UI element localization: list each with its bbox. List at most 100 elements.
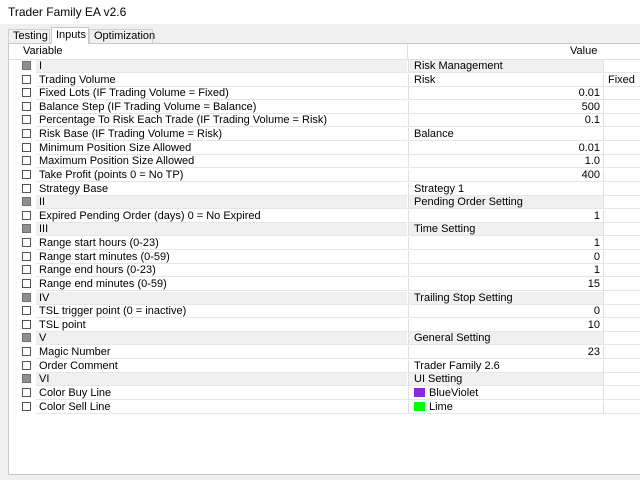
parameter-row[interactable]: Range end hours (0-23) 1 bbox=[9, 264, 640, 278]
group-row[interactable]: I Risk Management bbox=[9, 60, 640, 74]
parameter-row[interactable]: Minimum Position Size Allowed 0.01 bbox=[9, 141, 640, 156]
row-checkbox[interactable] bbox=[22, 292, 31, 302]
parameter-name: Risk Base (IF Trading Volume = Risk) bbox=[36, 128, 407, 142]
row-checkbox[interactable] bbox=[22, 265, 31, 275]
row-checkbox[interactable] bbox=[22, 74, 31, 84]
group-row[interactable]: III Time Setting bbox=[9, 223, 640, 237]
extra-value bbox=[603, 223, 640, 237]
parameter-value[interactable]: Lime bbox=[408, 400, 603, 414]
parameter-value[interactable]: 500 bbox=[408, 100, 603, 114]
row-checkbox[interactable] bbox=[22, 101, 31, 111]
row-checkbox[interactable] bbox=[22, 401, 31, 411]
parameter-value[interactable]: 1 bbox=[408, 264, 603, 278]
parameter-row[interactable]: Take Profit (points 0 = No TP) 400 bbox=[9, 168, 640, 183]
parameter-row[interactable]: TSL trigger point (0 = inactive) 0 bbox=[9, 305, 640, 319]
parameter-value[interactable]: 0.01 bbox=[408, 87, 603, 101]
parameter-name: Minimum Position Size Allowed bbox=[36, 142, 407, 155]
parameter-value[interactable]: Strategy 1 bbox=[408, 182, 603, 196]
parameter-row[interactable]: Color Sell Line Lime bbox=[9, 400, 640, 415]
row-checkbox[interactable] bbox=[22, 319, 31, 329]
parameter-name: IV bbox=[36, 291, 407, 305]
extra-value bbox=[603, 277, 640, 291]
parameter-row[interactable]: Expired Pending Order (days) 0 = No Expi… bbox=[9, 209, 640, 224]
parameter-name: Range end hours (0-23) bbox=[36, 264, 407, 278]
row-checkbox[interactable] bbox=[22, 360, 31, 370]
parameter-row[interactable]: TSL point 10 bbox=[9, 318, 640, 333]
parameter-value[interactable]: 1.0 bbox=[408, 155, 603, 169]
group-title: Pending Order Setting bbox=[408, 196, 603, 210]
row-checkbox[interactable] bbox=[22, 197, 31, 207]
extra-value bbox=[603, 332, 640, 346]
row-checkbox[interactable] bbox=[22, 333, 31, 343]
parameter-value[interactable]: Risk bbox=[408, 73, 603, 87]
parameter-name: Order Comment bbox=[36, 360, 407, 373]
window-title: Trader Family EA v2.6 bbox=[0, 0, 640, 24]
group-row[interactable]: II Pending Order Setting bbox=[9, 196, 640, 210]
extra-value bbox=[603, 346, 640, 360]
parameter-row[interactable]: Range start hours (0-23) 1 bbox=[9, 237, 640, 251]
parameter-row[interactable]: Balance Step (IF Trading Volume = Balanc… bbox=[9, 100, 640, 115]
row-checkbox[interactable] bbox=[22, 183, 31, 193]
parameter-row[interactable]: Percentage To Risk Each Trade (IF Tradin… bbox=[9, 114, 640, 128]
parameter-value[interactable]: BlueViolet bbox=[408, 386, 603, 400]
parameter-value[interactable]: 10 bbox=[408, 318, 603, 332]
parameter-name: TSL point bbox=[36, 319, 407, 332]
row-checkbox[interactable] bbox=[22, 238, 31, 248]
parameter-value[interactable]: 15 bbox=[408, 277, 603, 291]
parameter-row[interactable]: Range start minutes (0-59) 0 bbox=[9, 250, 640, 265]
extra-value: Fixed bbox=[603, 73, 640, 87]
row-checkbox[interactable] bbox=[22, 129, 31, 139]
parameter-value[interactable]: 0.1 bbox=[408, 114, 603, 128]
extra-value bbox=[603, 373, 640, 387]
column-header-value[interactable]: Value bbox=[570, 45, 597, 57]
group-row[interactable]: VI UI Setting bbox=[9, 373, 640, 387]
extra-value bbox=[603, 359, 640, 373]
tab-optimization[interactable]: Optimization bbox=[89, 29, 155, 43]
column-header-variable[interactable]: Variable bbox=[23, 45, 63, 57]
parameter-row[interactable]: Strategy Base Strategy 1 bbox=[9, 182, 640, 197]
tab-testing[interactable]: Testing bbox=[8, 29, 50, 43]
parameter-value[interactable]: 1 bbox=[408, 209, 603, 223]
parameter-row[interactable]: Risk Base (IF Trading Volume = Risk) Bala… bbox=[9, 128, 640, 142]
parameter-row[interactable]: Color Buy Line BlueViolet bbox=[9, 386, 640, 401]
parameter-value[interactable]: 0.01 bbox=[408, 141, 603, 155]
row-checkbox[interactable] bbox=[22, 61, 31, 70]
extra-value bbox=[603, 237, 640, 251]
column-divider[interactable] bbox=[407, 44, 408, 59]
tab-inputs[interactable]: Inputs bbox=[51, 27, 89, 44]
group-row[interactable]: V General Setting bbox=[9, 332, 640, 346]
row-checkbox[interactable] bbox=[22, 88, 31, 98]
row-checkbox[interactable] bbox=[22, 142, 31, 152]
row-checkbox[interactable] bbox=[22, 224, 31, 234]
row-checkbox[interactable] bbox=[22, 156, 31, 166]
parameter-name: V bbox=[36, 332, 407, 346]
row-checkbox[interactable] bbox=[22, 306, 31, 316]
parameter-name: Color Sell Line bbox=[36, 401, 407, 414]
parameter-value[interactable]: Trader Family 2.6 bbox=[408, 359, 603, 373]
color-swatch bbox=[414, 401, 425, 411]
row-checkbox[interactable] bbox=[22, 251, 31, 261]
row-checkbox[interactable] bbox=[22, 374, 31, 384]
parameter-value[interactable]: 1 bbox=[408, 237, 603, 251]
parameter-value[interactable]: 23 bbox=[408, 346, 603, 360]
parameter-name: Take Profit (points 0 = No TP) bbox=[36, 169, 407, 182]
parameter-row[interactable]: Range end minutes (0-59) 15 bbox=[9, 277, 640, 292]
parameter-value[interactable]: 400 bbox=[408, 168, 603, 182]
parameter-row[interactable]: Trading Volume Risk Fixed bbox=[9, 73, 640, 88]
parameter-row[interactable]: Fixed Lots (IF Trading Volume = Fixed) 0.… bbox=[9, 87, 640, 101]
row-checkbox[interactable] bbox=[22, 169, 31, 179]
row-checkbox[interactable] bbox=[22, 347, 31, 357]
row-checkbox[interactable] bbox=[22, 387, 31, 397]
row-checkbox[interactable] bbox=[22, 278, 31, 288]
group-row[interactable]: IV Trailing Stop Setting bbox=[9, 291, 640, 306]
parameter-row[interactable]: Order Comment Trader Family 2.6 bbox=[9, 359, 640, 374]
parameter-row[interactable]: Maximum Position Size Allowed 1.0 bbox=[9, 155, 640, 169]
parameter-name: TSL trigger point (0 = inactive) bbox=[36, 305, 407, 319]
parameter-row[interactable]: Magic Number 23 bbox=[9, 346, 640, 360]
row-checkbox[interactable] bbox=[22, 115, 31, 125]
parameter-value[interactable]: 0 bbox=[408, 250, 603, 264]
dialog-body: Testing Inputs Optimization Variable Val… bbox=[0, 24, 640, 480]
parameter-value[interactable]: Balance bbox=[408, 128, 603, 142]
parameter-value[interactable]: 0 bbox=[408, 305, 603, 319]
row-checkbox[interactable] bbox=[22, 210, 31, 220]
